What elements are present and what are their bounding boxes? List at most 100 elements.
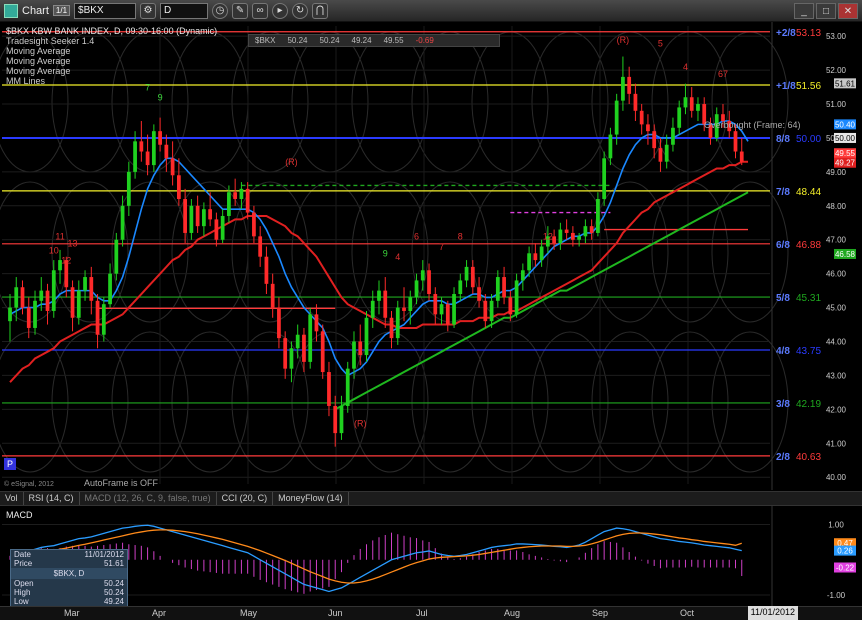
candle-body [302,334,306,362]
p-badge[interactable]: P [4,458,16,470]
mm-line-label: 4/8 [776,346,790,357]
macd-pane[interactable]: 1.00 -1.00 0.47 0.26 -0.22 [0,506,862,606]
candle-body [564,229,569,233]
macd-chart-svg[interactable]: 1.00-1.000.470.26-0.22 [0,506,862,606]
candle-body [571,232,575,240]
link-icon[interactable]: ∞ [252,2,269,19]
candle-body [70,287,75,318]
dw-value: 50.24 [103,579,124,588]
price-chart-svg[interactable]: 53.00 52.00 51.00 50.00 49.00 48.00 47.00 46.00… [0,22,862,490]
time-axis-label: Jun [328,608,343,618]
macd-y-tick: -1.00 [827,591,846,600]
candle-body [320,331,325,373]
interval-input[interactable] [160,2,209,19]
tab-macd[interactable]: MACD (12, 26, C, 9, false, true) [80,492,217,505]
cycle-arc [231,31,309,173]
candle-body [95,300,100,335]
candle-body [76,290,81,318]
strip-symbol: $BKX [255,36,276,45]
play-icon[interactable]: ▸ [272,2,289,19]
time-axis-label: Mar [64,608,80,618]
cycle-arc [471,331,549,473]
candle-body [621,76,625,101]
macd-tag-label: -0.22 [836,564,855,573]
price-tag-label: 49.27 [835,159,856,168]
strip-low: 49.24 [351,36,372,45]
study-label: Moving Average [6,46,71,56]
window-controls: _ □ ✕ [794,3,858,19]
study-legend: $BKX KBW BANK INDEX, D, 09:30-16:00 (Dyn… [6,26,217,86]
candle-body [39,290,44,301]
candle-body [308,314,313,362]
cycle-arc [651,331,729,473]
candle-body [202,209,206,227]
candle-body [151,131,156,166]
chart-header-title: $BKX KBW BANK INDEX, D, 09:30-16:00 (Dyn… [6,26,218,36]
cycle-arc [231,331,309,473]
candle-body [445,304,450,325]
mm-line-label: 8/8 [776,134,790,145]
seeker-annotation: 13 [68,239,78,249]
symbol-input[interactable] [74,2,137,19]
candle-body [433,294,438,315]
refresh-icon[interactable]: ↻ [292,2,309,19]
seeker-annotation: 4 [395,252,400,262]
candle-body [683,97,688,108]
candle-body [101,304,106,335]
candle-body [352,341,356,369]
cycle-arc [411,331,489,473]
candle-body [264,256,269,284]
cycle-arc [591,331,669,473]
tab-vol[interactable]: Vol [0,492,24,505]
tab-moneyflow[interactable]: MoneyFlow (14) [273,492,349,505]
close-button[interactable]: ✕ [838,3,858,19]
candle-body [195,205,200,227]
candle-body [364,317,369,356]
study-label: Moving Average [6,56,71,66]
data-window[interactable]: Date 11/01/2012 Price 51.61 $BKX, D Open… [10,549,128,611]
time-axis-label: Apr [152,608,167,618]
price-chart-pane[interactable]: 53.00 52.00 51.00 50.00 49.00 48.00 47.00 46.00… [0,22,862,490]
candle-body [89,277,94,301]
cycle-arc [291,181,369,323]
candle-body [439,304,444,315]
cycle-arc [411,181,489,323]
candle-body [408,297,413,311]
mm-line-price: 46.88 [796,240,821,251]
candle-body [514,280,519,315]
dw-value: 51.61 [103,559,124,568]
candle-body [658,148,663,162]
y-tick-label: 46.00 [826,270,847,279]
window-badge: 1/1 [52,5,71,16]
cycle-arc [531,331,609,473]
candle-body [389,317,394,339]
candle-body [83,277,87,291]
pencil-icon[interactable]: ✎ [232,2,249,19]
price-tag-label: 49.55 [835,149,856,158]
gear-icon[interactable]: ⚙ [140,2,157,19]
candle-body [483,300,488,322]
dw-row-high: High 50.24 [11,588,127,597]
clock-icon[interactable]: ◷ [212,2,229,19]
price-tag-label: 51.61 [835,79,856,88]
candle-body [258,236,263,257]
minimize-button[interactable]: _ [794,3,814,19]
magnet-icon[interactable]: ⋂ [312,2,329,19]
window-titlebar: Chart 1/1 ⚙ ◷ ✎ ∞ ▸ ↻ ⋂ _ □ ✕ [0,0,862,22]
candle-body [370,300,375,318]
tab-cci[interactable]: CCI (20, C) [217,492,274,505]
time-axis-label: Jul [416,608,428,618]
time-axis[interactable]: Mar Apr May Jun Jul Aug Sep Oct [0,606,862,620]
tab-rsi[interactable]: RSI (14, C) [24,492,80,505]
candle-body [114,239,119,274]
mm-line-label: 3/8 [776,399,790,410]
candle-body [602,158,607,200]
seeker-annotation: 7 [439,242,444,252]
mm-line-label: 6/8 [776,240,790,251]
candle-body [20,287,25,308]
candle-body [283,338,288,369]
mm-line-price: 45.31 [796,293,821,304]
study-label: Tradesight Seeker 1.4 [6,36,95,46]
maximize-button[interactable]: □ [816,3,836,19]
y-tick-label: 53.00 [826,32,847,41]
